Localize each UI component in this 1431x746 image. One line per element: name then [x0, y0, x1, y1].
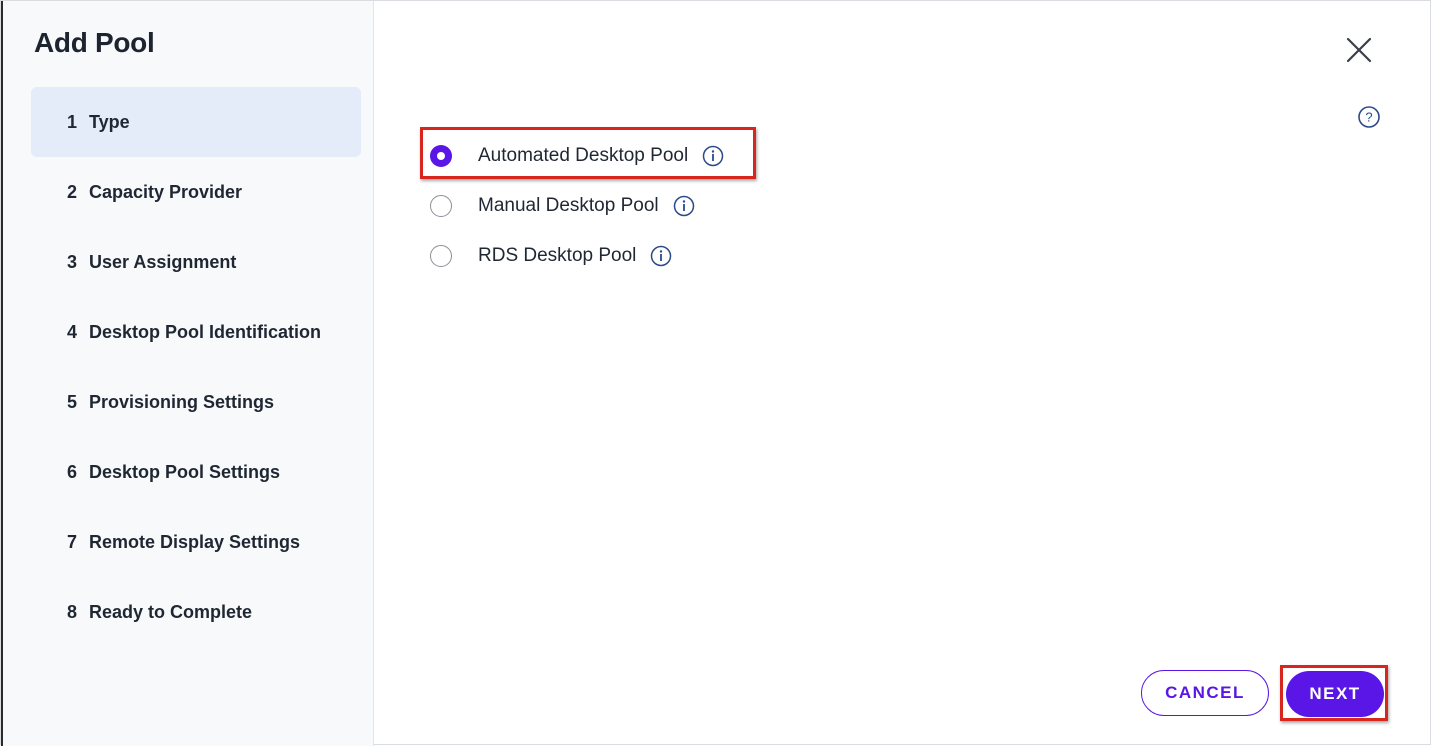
info-icon[interactable] — [702, 145, 724, 167]
step-label: Capacity Provider — [89, 181, 243, 202]
step-number: 3 — [67, 251, 78, 272]
info-icon[interactable] — [673, 195, 695, 217]
step-label: User Assignment — [89, 251, 237, 272]
wizard-steps: 1 Type 2 Capacity Provider 3 User Assign… — [31, 87, 361, 647]
option-label[interactable]: Automated Desktop Pool — [478, 145, 688, 167]
step-remote-display-settings[interactable]: 7 Remote Display Settings — [31, 507, 361, 577]
svg-text:?: ? — [1365, 110, 1372, 125]
option-manual-desktop-pool: Manual Desktop Pool — [429, 181, 724, 231]
step-ready-to-complete[interactable]: 8 Ready to Complete — [31, 577, 361, 647]
next-button[interactable]: NEXT — [1286, 671, 1384, 717]
automated-desktop-pool-radio[interactable] — [430, 145, 452, 167]
wizard-sidebar: Add Pool 1 Type 2 Capacity Provider 3 Us… — [3, 1, 374, 746]
step-capacity-provider[interactable]: 2 Capacity Provider — [31, 157, 361, 227]
step-number: 5 — [67, 391, 78, 412]
option-label[interactable]: Manual Desktop Pool — [478, 195, 659, 217]
option-label[interactable]: RDS Desktop Pool — [478, 245, 636, 267]
step-type[interactable]: 1 Type — [31, 87, 361, 157]
option-rds-desktop-pool: RDS Desktop Pool — [429, 231, 724, 281]
help-icon[interactable]: ? — [1357, 105, 1381, 129]
pool-type-radio-group: Automated Desktop Pool Manual Desktop Po… — [429, 131, 724, 281]
step-number: 4 — [67, 321, 78, 342]
rds-desktop-pool-radio[interactable] — [430, 245, 452, 267]
step-number: 1 — [67, 111, 78, 132]
step-number: 2 — [67, 181, 78, 202]
step-number: 7 — [67, 531, 78, 552]
step-label: Remote Display Settings — [89, 531, 301, 552]
step-label: Desktop Pool Identification — [89, 321, 322, 342]
cancel-button[interactable]: CANCEL — [1141, 670, 1269, 716]
step-provisioning-settings[interactable]: 5 Provisioning Settings — [31, 367, 361, 437]
close-icon[interactable] — [1344, 35, 1374, 65]
step-user-assignment[interactable]: 3 User Assignment — [31, 227, 361, 297]
step-desktop-pool-identification[interactable]: 4 Desktop Pool Identification — [31, 297, 361, 367]
add-pool-dialog: Add Pool 1 Type 2 Capacity Provider 3 Us… — [0, 0, 1431, 746]
step-label: Ready to Complete — [89, 601, 253, 622]
step-label: Provisioning Settings — [89, 391, 275, 412]
manual-desktop-pool-radio[interactable] — [430, 195, 452, 217]
wizard-content: ? Automated Desktop Pool Manual Desktop … — [374, 1, 1430, 744]
option-automated-desktop-pool: Automated Desktop Pool — [429, 131, 724, 181]
step-label: Type — [89, 111, 130, 132]
step-number: 8 — [67, 601, 78, 622]
dialog-title: Add Pool — [34, 27, 155, 58]
step-label: Desktop Pool Settings — [89, 461, 281, 482]
step-desktop-pool-settings[interactable]: 6 Desktop Pool Settings — [31, 437, 361, 507]
step-number: 6 — [67, 461, 78, 482]
info-icon[interactable] — [650, 245, 672, 267]
